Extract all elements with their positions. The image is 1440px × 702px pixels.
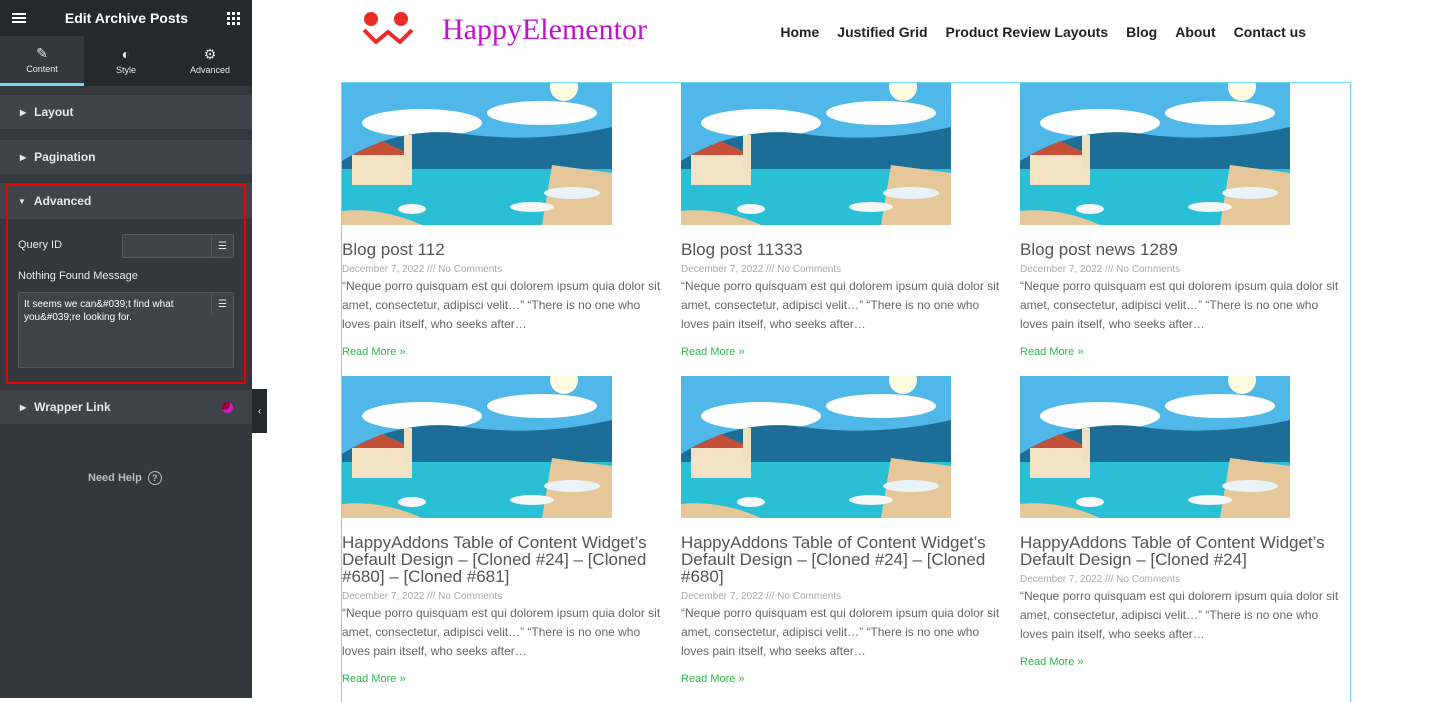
section-layout-label: Layout <box>34 105 74 119</box>
post-card: Blog post news 1289 December 7, 2022 ///… <box>1020 83 1346 358</box>
section-wrapper-link-label: Wrapper Link <box>34 400 111 414</box>
collapse-panel-toggle[interactable]: ‹ <box>252 389 267 433</box>
post-excerpt: “Neque porro quisquam est qui dolorem ip… <box>681 279 1000 331</box>
post-excerpt: “Neque porro quisquam est qui dolorem ip… <box>1020 589 1339 641</box>
panel-title: Edit Archive Posts <box>64 10 189 26</box>
read-more-link[interactable]: Read More » <box>1020 346 1346 358</box>
site-logo[interactable]: HappyElementor <box>354 8 647 52</box>
tab-content[interactable]: ✎ Content <box>0 36 84 86</box>
pro-badge-icon <box>222 402 233 413</box>
post-meta: December 7, 2022 /// No Comments <box>681 264 842 275</box>
tab-content-label: Content <box>26 63 58 74</box>
post-card: Blog post 11333 December 7, 2022 /// No … <box>681 83 1007 358</box>
highlight-box <box>6 184 246 384</box>
editor-panel: Edit Archive Posts ✎ Content ◐ Style ⚙ A… <box>0 0 252 698</box>
post-excerpt: “Neque porro quisquam est qui dolorem ip… <box>342 606 661 658</box>
read-more-link[interactable]: Read More » <box>1020 656 1346 668</box>
pencil-icon: ✎ <box>36 44 48 61</box>
post-meta: December 7, 2022 /// No Comments <box>681 591 842 602</box>
post-meta: December 7, 2022 /// No Comments <box>342 264 503 275</box>
tab-advanced[interactable]: ⚙ Advanced <box>168 36 252 86</box>
tab-style[interactable]: ◐ Style <box>84 36 168 86</box>
post-thumbnail[interactable] <box>1020 83 1290 225</box>
post-card: HappyAddons Table of Content Widget’s De… <box>681 376 1007 685</box>
post-title[interactable]: HappyAddons Table of Content Widget’s De… <box>1020 534 1346 568</box>
tab-advanced-label: Advanced <box>189 65 231 75</box>
post-excerpt: “Neque porro quisquam est qui dolorem ip… <box>681 606 1000 658</box>
nav-blog[interactable]: Blog <box>1126 24 1157 40</box>
post-title[interactable]: Blog post 112 <box>342 241 668 258</box>
post-thumbnail[interactable] <box>342 83 612 225</box>
read-more-link[interactable]: Read More » <box>342 346 668 358</box>
nav-product-review-layouts[interactable]: Product Review Layouts <box>946 24 1109 40</box>
nav-contact-us[interactable]: Contact us <box>1234 24 1306 40</box>
post-title[interactable]: HappyAddons Table of Content Widget’s De… <box>681 534 1007 585</box>
post-title[interactable]: Blog post 11333 <box>681 241 1007 258</box>
section-wrapper-link[interactable]: ▶ Wrapper Link <box>0 390 252 424</box>
nav-home[interactable]: Home <box>780 24 819 40</box>
post-meta: December 7, 2022 /// No Comments <box>1020 574 1181 585</box>
post-excerpt: “Neque porro quisquam est qui dolorem ip… <box>1020 279 1339 331</box>
post-meta: December 7, 2022 /// No Comments <box>342 591 503 602</box>
post-thumbnail[interactable] <box>681 83 951 225</box>
need-help-link[interactable]: Need Help ? <box>88 471 162 485</box>
site-brand: HappyElementor <box>442 13 647 46</box>
post-excerpt: “Neque porro quisquam est qui dolorem ip… <box>342 279 661 331</box>
logo-mark-icon <box>354 8 424 52</box>
post-card: HappyAddons Table of Content Widget’s De… <box>342 376 668 685</box>
nav-about[interactable]: About <box>1175 24 1215 40</box>
post-meta: December 7, 2022 /// No Comments <box>1020 264 1181 275</box>
caret-right-icon: ▶ <box>20 107 27 117</box>
caret-right-icon: ▶ <box>20 402 27 412</box>
contrast-icon: ◐ <box>121 46 131 62</box>
post-thumbnail[interactable] <box>681 376 951 518</box>
post-title[interactable]: HappyAddons Table of Content Widget’s De… <box>342 534 668 585</box>
read-more-link[interactable]: Read More » <box>342 673 668 685</box>
site-nav: Home Justified Grid Product Review Layou… <box>780 24 1306 40</box>
question-icon: ? <box>147 471 162 485</box>
post-thumbnail[interactable] <box>342 376 612 518</box>
section-layout[interactable]: ▶ Layout <box>0 95 252 129</box>
panel-tabs: ✎ Content ◐ Style ⚙ Advanced <box>0 36 252 86</box>
post-title[interactable]: Blog post news 1289 <box>1020 241 1346 258</box>
read-more-link[interactable]: Read More » <box>681 346 1007 358</box>
hamburger-menu-icon[interactable] <box>12 13 26 23</box>
gear-icon: ⚙ <box>203 46 217 62</box>
post-thumbnail[interactable] <box>1020 376 1290 518</box>
section-pagination[interactable]: ▶ Pagination <box>0 140 252 174</box>
tab-style-label: Style <box>115 65 136 75</box>
post-card: Blog post 112 December 7, 2022 /// No Co… <box>342 83 668 358</box>
section-pagination-label: Pagination <box>34 150 96 164</box>
post-card: HappyAddons Table of Content Widget’s De… <box>1020 376 1346 668</box>
read-more-link[interactable]: Read More » <box>681 673 1007 685</box>
widgets-grid-icon[interactable] <box>227 11 240 25</box>
nav-justified-grid[interactable]: Justified Grid <box>837 24 927 40</box>
caret-right-icon: ▶ <box>20 152 27 162</box>
panel-header: Edit Archive Posts <box>0 0 252 36</box>
need-help-label: Need Help <box>88 472 142 484</box>
